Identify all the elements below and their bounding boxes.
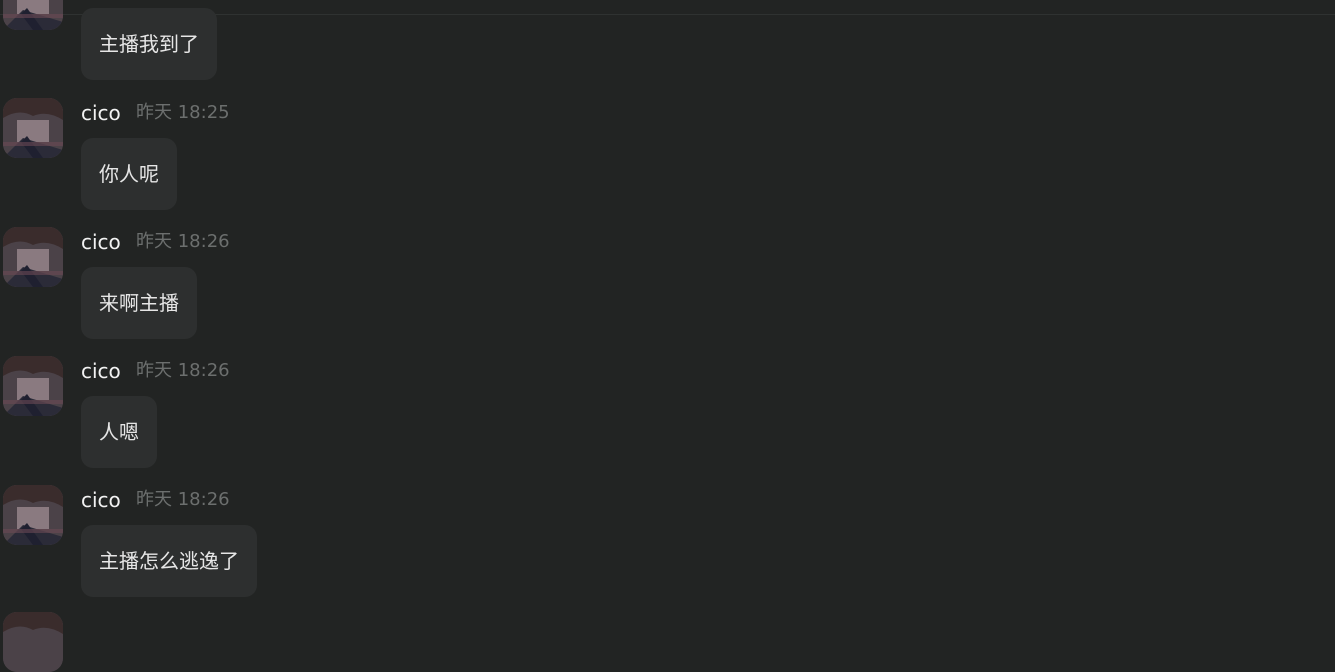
username[interactable]: cico: [81, 230, 121, 254]
timestamp: 昨天 18:26: [136, 489, 230, 510]
message-text: 人嗯: [99, 420, 139, 444]
message-text: 主播怎么逃逸了: [99, 549, 239, 573]
timestamp: 昨天 18:25: [136, 102, 230, 123]
avatar[interactable]: [3, 227, 63, 287]
username[interactable]: cico: [81, 101, 121, 125]
message-text: 主播我到了: [99, 32, 199, 56]
avatar[interactable]: [3, 0, 63, 30]
message-bubble[interactable]: 人嗯: [81, 396, 157, 468]
message-bubble[interactable]: 主播我到了: [81, 8, 217, 80]
chat-message-list[interactable]: 主播我到了 cico 昨天 18:25 你人呢 cico 昨天 18:26 来啊…: [0, 0, 1335, 672]
avatar[interactable]: [3, 356, 63, 416]
message-bubble[interactable]: 来啊主播: [81, 267, 197, 339]
username[interactable]: cico: [81, 359, 121, 383]
timestamp: 昨天 18:26: [136, 360, 230, 381]
message-text: 你人呢: [99, 162, 159, 186]
message-bubble[interactable]: 你人呢: [81, 138, 177, 210]
avatar[interactable]: [3, 612, 63, 672]
avatar[interactable]: [3, 485, 63, 545]
avatar[interactable]: [3, 98, 63, 158]
message-text: 来啊主播: [99, 291, 179, 315]
username[interactable]: cico: [81, 488, 121, 512]
message-bubble[interactable]: 主播怎么逃逸了: [81, 525, 257, 597]
timestamp: 昨天 18:26: [136, 231, 230, 252]
